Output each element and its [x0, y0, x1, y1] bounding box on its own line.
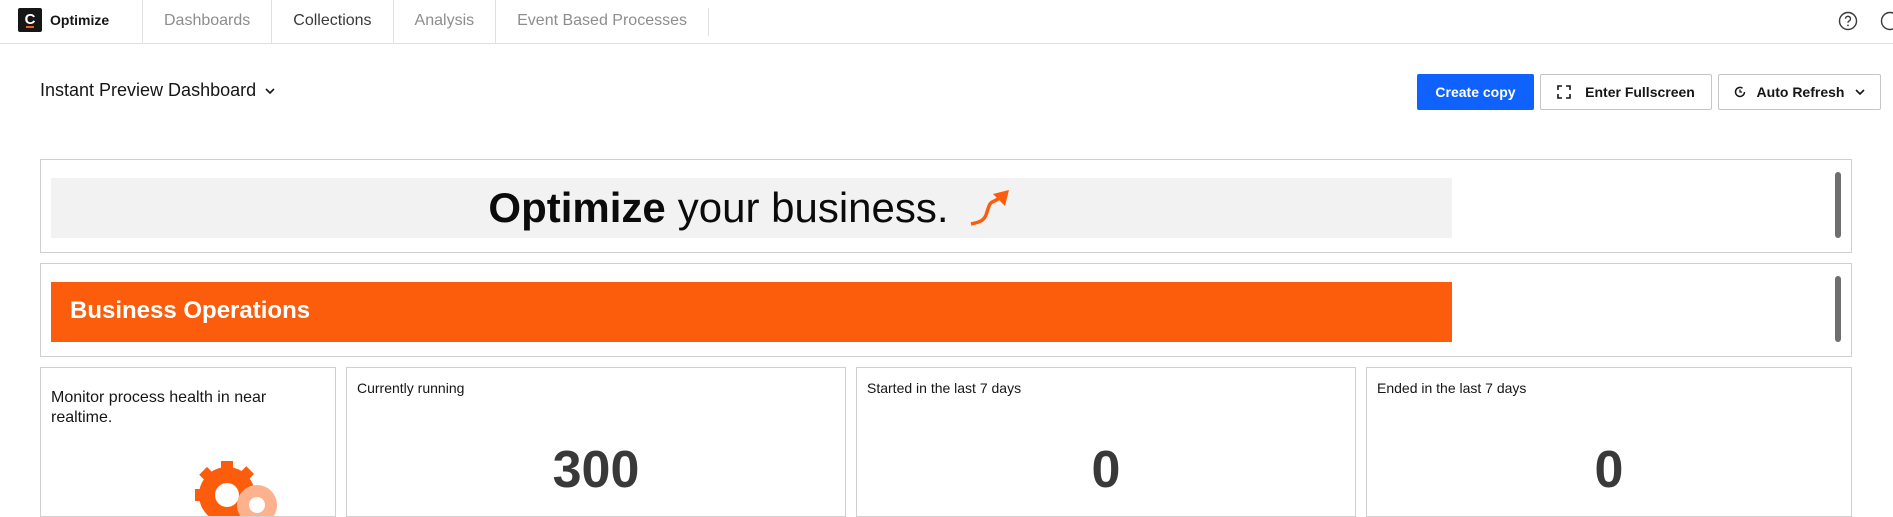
nav-analysis[interactable]: Analysis — [393, 0, 496, 44]
dashboard-title-text: Instant Preview Dashboard — [40, 80, 256, 101]
chevron-down-icon — [1854, 86, 1866, 98]
banner-brand-text: Optimize — [488, 184, 665, 232]
chevron-down-icon — [264, 85, 276, 97]
nav-divider — [708, 8, 709, 36]
enter-fullscreen-button[interactable]: Enter Fullscreen — [1540, 74, 1712, 110]
kpi-value: 0 — [857, 440, 1355, 500]
scrollbar[interactable] — [1835, 172, 1841, 238]
optimize-banner: Optimize your business. — [51, 178, 1452, 238]
kpi-title: Started in the last 7 days — [867, 380, 1021, 396]
kpi-title: Ended in the last 7 days — [1377, 380, 1526, 396]
optimize-banner-tile: Optimize your business. — [40, 159, 1852, 253]
banner-tagline-text: your business. — [678, 184, 949, 232]
help-icon[interactable] — [1838, 11, 1858, 31]
dashboard-title[interactable]: Instant Preview Dashboard — [40, 80, 276, 101]
nav-collections[interactable]: Collections — [271, 0, 392, 44]
nav-dashboards[interactable]: Dashboards — [142, 0, 271, 44]
main-nav: Dashboards Collections Analysis Event Ba… — [142, 0, 709, 44]
scrollbar[interactable] — [1835, 276, 1841, 342]
arrow-up-icon — [967, 188, 1015, 228]
description-tile: Monitor process health in near realtime. — [40, 367, 336, 517]
create-copy-label: Create copy — [1435, 84, 1515, 100]
nav-event-based-processes[interactable]: Event Based Processes — [495, 0, 708, 44]
camunda-logo[interactable]: C — [18, 8, 42, 32]
fullscreen-label: Enter Fullscreen — [1585, 84, 1695, 100]
description-text: Monitor process health in near realtime. — [51, 388, 321, 428]
user-icon[interactable] — [1880, 11, 1893, 31]
kpi-value: 300 — [347, 440, 845, 500]
business-operations-tile: Business Operations — [40, 263, 1852, 357]
logo-accent — [26, 26, 34, 28]
auto-refresh-button[interactable]: Auto Refresh — [1718, 74, 1881, 110]
kpi-ended-last-7-days[interactable]: Ended in the last 7 days 0 — [1366, 367, 1852, 517]
kpi-value: 0 — [1367, 440, 1851, 500]
business-operations-banner: Business Operations — [51, 282, 1452, 342]
app-name[interactable]: Optimize — [50, 12, 109, 28]
gear-icon — [191, 453, 301, 517]
top-navigation: C Optimize Dashboards Collections Analys… — [0, 0, 1893, 44]
kpi-started-last-7-days[interactable]: Started in the last 7 days 0 — [856, 367, 1356, 517]
refresh-icon — [1733, 85, 1747, 99]
create-copy-button[interactable]: Create copy — [1417, 74, 1534, 110]
kpi-currently-running[interactable]: Currently running 300 — [346, 367, 846, 517]
auto-refresh-label: Auto Refresh — [1757, 84, 1845, 100]
fullscreen-icon — [1557, 85, 1571, 99]
kpi-title: Currently running — [357, 380, 464, 396]
